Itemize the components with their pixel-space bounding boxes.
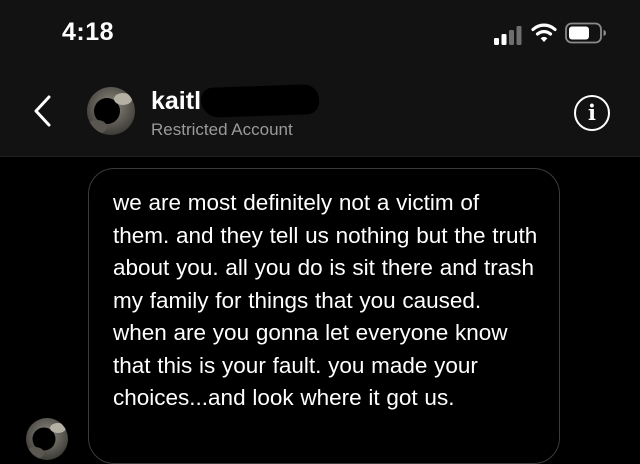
chat-screen: 4:18 kaitl Restricted Account i we are m… [0,0,640,464]
chat-header: 4:18 kaitl Restricted Account i [0,0,640,157]
message-text: we are most definitely not a victim of t… [113,190,538,410]
message-sender-avatar[interactable] [26,418,68,460]
info-glyph: i [588,100,596,125]
name-redaction-scribble [200,83,320,119]
battery-icon [565,22,606,44]
status-bar-time: 4:18 [62,18,115,46]
avatar-image [87,87,135,135]
cellular-signal-icon [494,26,522,45]
contact-name-row[interactable]: kaitl [151,83,321,119]
wifi-icon [531,23,557,42]
info-icon[interactable]: i [574,95,610,131]
avatar-image [26,418,68,460]
message-bubble[interactable]: we are most definitely not a victim of t… [88,168,560,464]
contact-status: Restricted Account [151,120,293,139]
contact-avatar[interactable] [87,87,135,135]
contact-name: kaitl [151,87,202,115]
back-chevron-icon[interactable] [30,93,54,129]
